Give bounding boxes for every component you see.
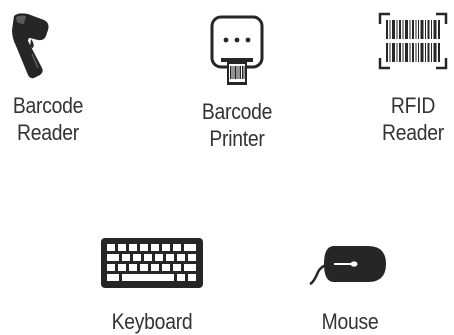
- label-line: Barcode: [201, 99, 273, 124]
- device-label: Keyboard: [103, 308, 202, 335]
- barcode-scanner-icon: [12, 13, 49, 79]
- device-label: Barcode Printer: [197, 98, 276, 152]
- device-barcode-printer: Barcode Printer: [192, 0, 282, 160]
- barcode-icon: [378, 12, 448, 70]
- device-label: RFID Reader: [377, 92, 449, 146]
- printer-icon: [210, 15, 264, 85]
- device-rfid-reader: RFID Reader: [372, 0, 454, 160]
- label-line: Reader: [382, 120, 444, 145]
- keyboard-icon: [101, 238, 203, 288]
- device-label: Mouse: [306, 308, 394, 335]
- label-line: Printer: [209, 126, 265, 151]
- label-line: RFID: [390, 93, 436, 118]
- label-line: Mouse: [321, 309, 379, 334]
- label-line: Reader: [17, 120, 79, 145]
- label-line: Barcode: [12, 93, 84, 118]
- device-barcode-reader: Barcode Reader: [0, 0, 96, 160]
- device-mouse: Mouse: [300, 228, 400, 335]
- device-label: Barcode Reader: [6, 92, 90, 146]
- device-keyboard: Keyboard: [96, 228, 208, 335]
- mouse-icon: [309, 246, 386, 286]
- label-line: Keyboard: [111, 309, 193, 334]
